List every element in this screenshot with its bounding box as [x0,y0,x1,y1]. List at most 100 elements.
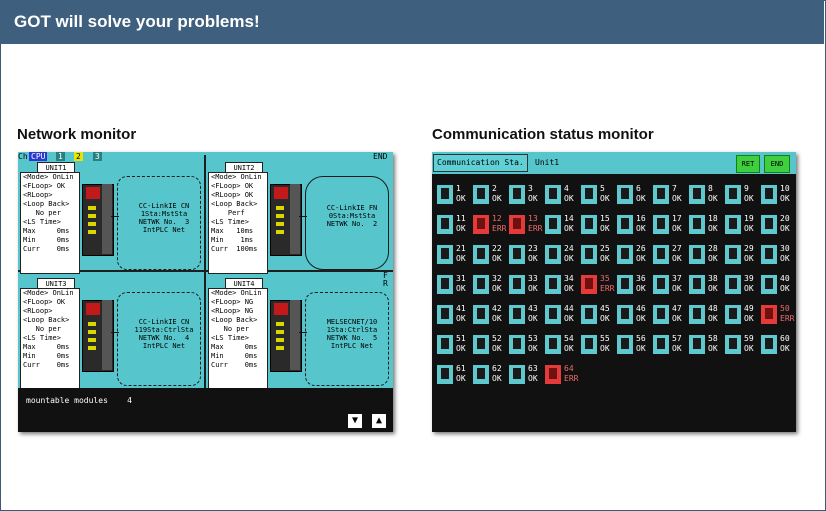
cpu-tab[interactable]: CPU [29,152,48,161]
station-cell[interactable]: 44 OK [543,302,579,328]
station-icon [509,275,525,294]
station-cell[interactable]: 3 OK [507,182,543,208]
station-cell[interactable]: 19 OK [723,212,759,238]
station-cell[interactable]: 64 ERR [543,362,579,388]
station-status: OK [564,254,574,263]
station-status: OK [672,344,682,353]
scroll-up-button[interactable]: ▲ [372,414,386,428]
station-cell[interactable]: 27 OK [651,242,687,268]
station-number: 29 [744,244,754,253]
station-status: OK [564,344,574,353]
station-cell[interactable]: 7 OK [651,182,687,208]
station-cell[interactable]: 62 OK [471,362,507,388]
station-number: 45 [600,304,610,313]
station-cell[interactable]: 26 OK [615,242,651,268]
station-cell[interactable]: 25 OK [579,242,615,268]
station-cell[interactable]: 61 OK [435,362,471,388]
status-line: <LS Time> [211,334,249,342]
end-button[interactable]: END [764,155,790,173]
end-label[interactable]: END [373,152,387,161]
station-number: 1 [456,184,461,193]
station-icon [725,215,741,234]
station-cell[interactable]: 56 OK [615,332,651,358]
station-cell[interactable]: 43 OK [507,302,543,328]
tab-2[interactable]: 2 [74,152,83,161]
station-cell[interactable]: 41 OK [435,302,471,328]
unit-panel-3[interactable]: UNIT3 <Mode> OnLin <FLoop> OK <RLoop> <L… [19,278,205,393]
station-cell[interactable]: 58 OK [687,332,723,358]
station-cell[interactable]: 63 OK [507,362,543,388]
station-cell[interactable]: 31 OK [435,272,471,298]
station-cell[interactable]: 39 OK [723,272,759,298]
station-cell[interactable]: 4 OK [543,182,579,208]
station-cell[interactable]: 51 OK [435,332,471,358]
station-cell[interactable]: 21 OK [435,242,471,268]
station-icon [761,215,777,234]
station-number: 13 [528,214,538,223]
station-cell[interactable]: 42 OK [471,302,507,328]
station-cell[interactable]: 47 OK [651,302,687,328]
station-cell[interactable]: 40 OK [759,272,795,298]
station-cell[interactable]: 53 OK [507,332,543,358]
station-cell[interactable]: 57 OK [651,332,687,358]
station-cell[interactable]: 49 OK [723,302,759,328]
station-cell[interactable]: 23 OK [507,242,543,268]
station-icon [509,185,525,204]
station-status: OK [708,224,718,233]
station-cell[interactable]: 32 OK [471,272,507,298]
station-cell[interactable]: 48 OK [687,302,723,328]
station-number: 47 [672,304,682,313]
station-cell[interactable]: 8 OK [687,182,723,208]
station-icon [509,245,525,264]
unit-panel-1[interactable]: UNIT1 <Mode> OnLin <FLoop> OK <RLoop> <L… [19,162,205,277]
station-cell[interactable]: 9 OK [723,182,759,208]
station-cell[interactable]: 12 ERR [471,212,507,238]
station-cell[interactable]: 33 OK [507,272,543,298]
station-cell[interactable]: 16 OK [615,212,651,238]
ret-button[interactable]: RET [736,155,760,173]
station-cell[interactable]: 52 OK [471,332,507,358]
station-status: OK [456,314,466,323]
station-cell[interactable]: 22 OK [471,242,507,268]
tab-3[interactable]: 3 [93,152,102,161]
station-cell[interactable]: 11 OK [435,212,471,238]
station-cell[interactable]: 1 OK [435,182,471,208]
station-cell[interactable]: 34 OK [543,272,579,298]
comm-top-bar: Communication Sta. Unit1 RET END [432,152,796,174]
unit-panel-2[interactable]: UNIT2 <Mode> OnLin <FLoop> OK <RLoop> OK… [207,162,393,277]
station-cell[interactable]: 45 OK [579,302,615,328]
station-cell[interactable]: 60 OK [759,332,795,358]
unit-status-box: <Mode> OnLin <FLoop> OK <RLoop> <Loop Ba… [20,172,80,274]
station-cell[interactable]: 37 OK [651,272,687,298]
station-cell[interactable]: 24 OK [543,242,579,268]
station-cell[interactable]: 36 OK [615,272,651,298]
station-cell[interactable]: 28 OK [687,242,723,268]
tab-1[interactable]: 1 [56,152,65,161]
station-cell[interactable]: 20 OK [759,212,795,238]
station-cell[interactable]: 29 OK [723,242,759,268]
station-cell[interactable]: 38 OK [687,272,723,298]
station-number: 38 [708,274,718,283]
station-cell[interactable]: 18 OK [687,212,723,238]
station-number: 31 [456,274,466,283]
station-cell[interactable]: 30 OK [759,242,795,268]
station-cell[interactable]: 2 OK [471,182,507,208]
scroll-down-button[interactable]: ▼ [348,414,362,428]
station-cell[interactable]: 59 OK [723,332,759,358]
station-cell[interactable]: 14 OK [543,212,579,238]
station-cell[interactable]: 54 OK [543,332,579,358]
station-cell[interactable]: 46 OK [615,302,651,328]
station-cell[interactable]: 15 OK [579,212,615,238]
station-number: 16 [636,214,646,223]
station-cell[interactable]: 10 OK [759,182,795,208]
station-cell[interactable]: 17 OK [651,212,687,238]
station-cell[interactable]: 35 ERR [579,272,615,298]
station-cell[interactable]: 5 OK [579,182,615,208]
station-cell[interactable]: 55 OK [579,332,615,358]
station-cell[interactable]: 13 ERR [507,212,543,238]
station-cell[interactable]: 50 ERR [759,302,795,328]
unit-panel-4[interactable]: UNIT4 <Mode> OnLin <FLoop> NG <RLoop> NG… [207,272,393,393]
station-status: OK [492,314,502,323]
status-line: Max 0ms [211,343,258,351]
station-cell[interactable]: 6 OK [615,182,651,208]
